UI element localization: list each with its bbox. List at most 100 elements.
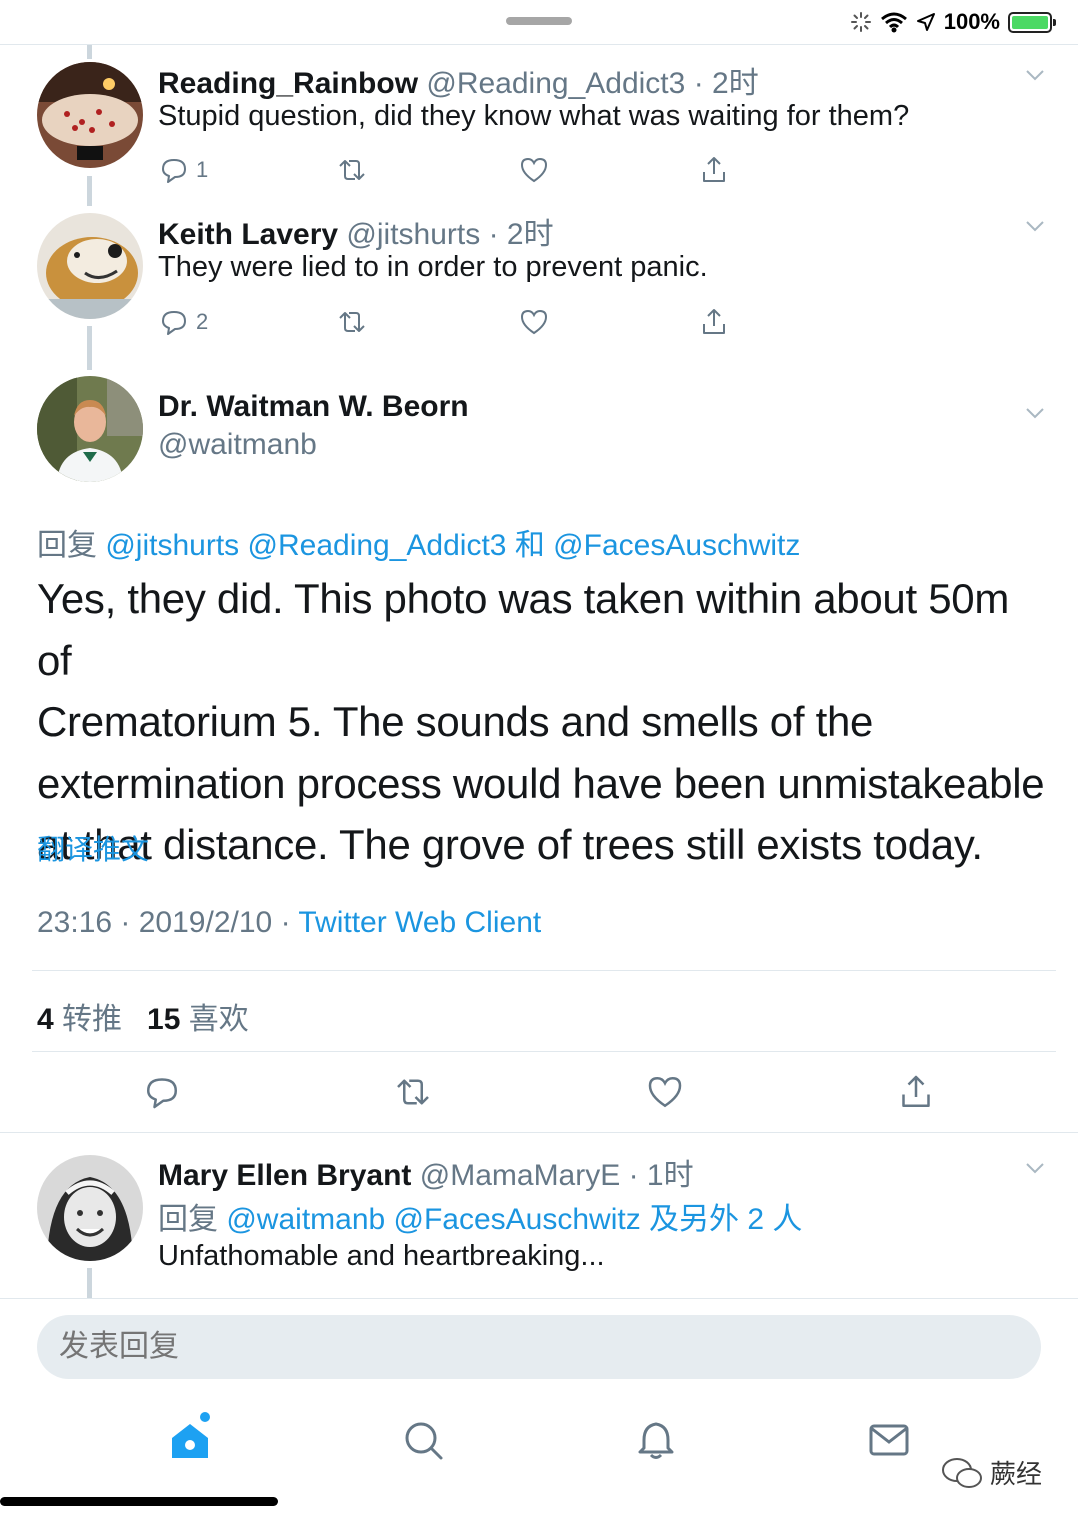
retweet-button[interactable] bbox=[336, 152, 368, 188]
tweet-header: Mary Ellen Bryant @MamaMaryE · 1时 bbox=[158, 1150, 694, 1194]
reply-icon bbox=[147, 1078, 177, 1109]
tweet-actions: 1 bbox=[158, 152, 758, 188]
tweet-text: They were lied to in order to prevent pa… bbox=[158, 251, 708, 283]
like-button[interactable] bbox=[645, 1072, 685, 1112]
mention-link[interactable]: @jitshurts bbox=[105, 529, 239, 562]
tweet-time: · 2时 bbox=[488, 218, 554, 251]
chevron-down-icon[interactable] bbox=[1024, 402, 1046, 424]
retweet-count: 4 bbox=[37, 1003, 54, 1036]
retweet-button[interactable] bbox=[393, 1072, 433, 1112]
share-icon bbox=[902, 1075, 930, 1107]
text-line: Crematorium 5. The sounds and smells of … bbox=[37, 698, 874, 745]
tweet-text: Stupid question, did they know what was … bbox=[158, 100, 910, 132]
wifi-icon bbox=[880, 12, 907, 33]
tweet-time: · 1时 bbox=[628, 1159, 694, 1192]
reply-count: 1 bbox=[196, 157, 209, 182]
chevron-down-icon[interactable] bbox=[1024, 215, 1046, 237]
user-handle[interactable]: @Reading_Addict3 bbox=[426, 67, 685, 100]
mention-link[interactable]: @FacesAuschwitz bbox=[553, 529, 800, 562]
notification-dot bbox=[200, 1412, 210, 1422]
reply-icon bbox=[162, 311, 186, 335]
tweet-actions: 2 bbox=[158, 304, 758, 340]
tab-bar bbox=[0, 1410, 1078, 1470]
reply-count: 2 bbox=[196, 309, 209, 334]
like-button[interactable] bbox=[518, 304, 550, 340]
thread-line bbox=[87, 45, 92, 59]
reply-button[interactable]: 2 bbox=[158, 304, 208, 340]
main-user-handle[interactable]: @waitmanb bbox=[158, 428, 317, 462]
replying-to: 回复 @waitmanb @FacesAuschwitz 及另外 2 人 bbox=[158, 1194, 802, 1238]
retweet-icon bbox=[339, 160, 365, 180]
mention-links[interactable]: @waitmanb @FacesAuschwitz 及另外 2 人 bbox=[226, 1203, 802, 1236]
activity-spinner-icon bbox=[850, 12, 871, 32]
tweet-header: Keith Lavery @jitshurts · 2时 bbox=[158, 209, 554, 253]
tab-home[interactable] bbox=[168, 1418, 212, 1462]
status-bar: 100% bbox=[0, 0, 1078, 44]
likes-stat[interactable]: 15 喜欢 bbox=[147, 1003, 249, 1036]
display-name[interactable]: Keith Lavery bbox=[158, 218, 338, 251]
user-handle[interactable]: @MamaMaryE bbox=[420, 1159, 620, 1192]
reply-button[interactable]: 1 bbox=[158, 152, 208, 188]
share-icon bbox=[703, 309, 725, 334]
user-handle[interactable]: @jitshurts bbox=[346, 218, 480, 251]
chevron-down-icon[interactable] bbox=[1024, 1157, 1046, 1179]
retweets-stat[interactable]: 4 转推 bbox=[37, 1003, 122, 1036]
location-arrow-icon bbox=[916, 13, 935, 31]
tweet-header: Reading_Rainbow @Reading_Addict3 · 2时 bbox=[158, 58, 759, 102]
tab-search[interactable] bbox=[401, 1418, 445, 1462]
top-divider bbox=[0, 44, 1078, 45]
mail-icon bbox=[869, 1424, 909, 1456]
display-name[interactable]: Mary Ellen Bryant bbox=[158, 1159, 411, 1192]
tweet-source-link[interactable]: Twitter Web Client bbox=[298, 906, 541, 939]
status-icons: 100% bbox=[850, 8, 1056, 36]
tweet-meta: 23:16 · 2019/2/10 · Twitter Web Client bbox=[37, 906, 541, 940]
battery-icon bbox=[1008, 11, 1056, 33]
mention-conjunction: 和 bbox=[514, 529, 545, 562]
likes-label: 喜欢 bbox=[188, 1003, 249, 1036]
tab-messages[interactable] bbox=[867, 1418, 911, 1462]
search-icon bbox=[405, 1422, 443, 1460]
main-tweet-text: Yes, they did. This photo was taken with… bbox=[37, 568, 1047, 876]
watermark: 蕨经 bbox=[940, 1454, 1042, 1491]
wechat-icon bbox=[942, 1457, 982, 1488]
drag-handle[interactable] bbox=[506, 17, 572, 25]
reply-button[interactable] bbox=[142, 1072, 182, 1112]
thread-line bbox=[87, 1268, 92, 1298]
like-button[interactable] bbox=[518, 152, 550, 188]
retweet-button[interactable] bbox=[336, 304, 368, 340]
tweet-text: Unfathomable and heartbreaking... bbox=[158, 1240, 605, 1272]
avatar[interactable] bbox=[37, 62, 143, 168]
chevron-down-icon[interactable] bbox=[1024, 64, 1046, 86]
thread-line bbox=[87, 176, 92, 206]
main-display-name[interactable]: Dr. Waitman W. Beorn bbox=[158, 390, 469, 424]
mention-link[interactable]: @Reading_Addict3 bbox=[248, 529, 507, 562]
tab-notifications[interactable] bbox=[634, 1418, 678, 1462]
reply-prefix: 回复 bbox=[158, 1203, 218, 1236]
reply-composer bbox=[0, 1298, 1078, 1520]
reply-icon bbox=[162, 159, 186, 183]
translate-tweet-link[interactable]: 翻译推文 bbox=[37, 828, 149, 868]
thread-line bbox=[87, 326, 92, 370]
meta-separator: · bbox=[280, 906, 299, 939]
like-count: 15 bbox=[147, 1003, 181, 1036]
reply-input[interactable] bbox=[37, 1315, 1041, 1379]
text-line: Yes, they did. This photo was taken with… bbox=[37, 575, 1010, 684]
retweets-label: 转推 bbox=[62, 1003, 123, 1036]
display-name[interactable]: Reading_Rainbow bbox=[158, 67, 418, 100]
tweet-time: 23:16 bbox=[37, 906, 113, 939]
avatar[interactable] bbox=[37, 213, 143, 319]
heart-icon bbox=[648, 1076, 682, 1108]
avatar[interactable] bbox=[37, 1155, 143, 1261]
share-button[interactable] bbox=[698, 152, 730, 188]
share-button[interactable] bbox=[698, 304, 730, 340]
tweet-date: 2019/2/10 bbox=[138, 906, 273, 939]
avatar[interactable] bbox=[37, 376, 143, 482]
home-indicator[interactable] bbox=[0, 1497, 278, 1506]
replying-to: 回复 @jitshurts @Reading_Addict3 和 @FacesA… bbox=[37, 520, 800, 564]
tweet-time: · 2时 bbox=[693, 67, 759, 100]
home-icon bbox=[172, 1424, 208, 1458]
retweet-icon bbox=[339, 312, 365, 332]
divider bbox=[32, 970, 1056, 971]
bell-icon bbox=[638, 1422, 674, 1459]
share-button[interactable] bbox=[896, 1072, 936, 1112]
